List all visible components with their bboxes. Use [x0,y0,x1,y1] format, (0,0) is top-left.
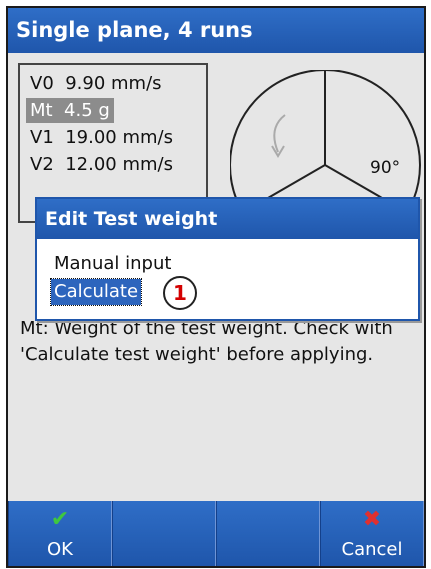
reading-v0[interactable]: V0 9.90 mm/s [26,71,166,96]
option-manual-input[interactable]: Manual input [51,251,174,277]
ok-button[interactable]: ✔ OK [8,501,112,566]
hint-text: Mt: Weight of the test weight. Check wit… [20,318,393,365]
step-marker: 1 [163,276,197,310]
window-title: Single plane, 4 runs [8,8,424,53]
dialog-title: Edit Test weight [37,199,418,239]
cancel-button[interactable]: ✖ Cancel [320,501,424,566]
ok-label: OK [47,539,73,560]
reading-mt[interactable]: Mt 4.5 g [26,98,114,123]
close-icon: ✖ [362,507,382,532]
app-window: Single plane, 4 runs V0 9.90 mm/s Mt 4.5… [6,6,426,568]
reading-v1[interactable]: V1 19.00 mm/s [26,125,177,150]
reading-v2[interactable]: V2 12.00 mm/s [26,152,177,177]
bottom-toolbar: ✔ OK ✖ Cancel [8,501,424,566]
cancel-label: Cancel [341,539,403,560]
option-calculate[interactable]: Calculate [49,278,143,306]
edit-test-weight-dialog: Edit Test weight Manual input Calculate [35,197,420,321]
check-icon: ✔ [50,507,70,532]
toolbar-slot-3[interactable] [216,501,320,566]
toolbar-slot-2[interactable] [112,501,216,566]
angle-label: 90° [370,158,400,178]
